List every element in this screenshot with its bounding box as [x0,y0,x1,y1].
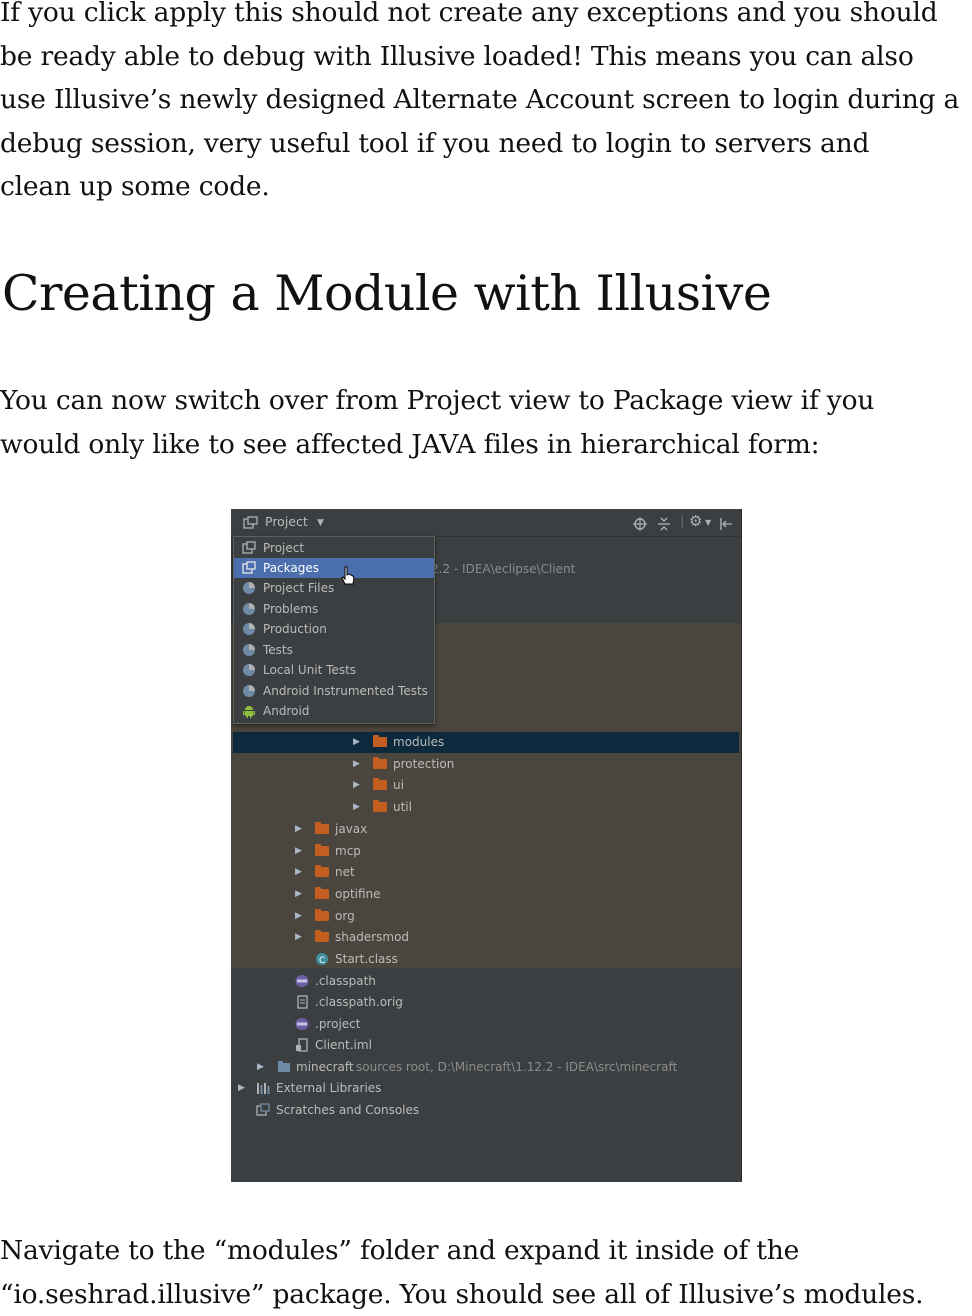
section-heading: Creating a Module with Illusive [2,262,771,326]
text-line: You can now switch over from Project vie… [0,379,972,423]
tree-item-external-libraries[interactable]: ▶ External Libraries [238,1078,538,1099]
tree-folder-modules[interactable]: ▶ modules [353,732,653,753]
tree-file-classpath-orig[interactable]: .classpath.orig [295,992,595,1013]
hide-icon[interactable] [719,515,733,533]
expand-arrow-icon[interactable]: ▶ [353,754,360,775]
text-line: If you click apply this should not creat… [0,0,972,35]
scope-icon [242,663,256,677]
scope-icon [242,602,256,616]
tree-folder-javax[interactable]: ▶ javax [295,819,595,840]
menu-item-android[interactable]: Android [234,701,434,721]
expand-arrow-icon[interactable]: ▶ [295,819,302,840]
menu-item-local-unit-tests[interactable]: Local Unit Tests [234,660,434,680]
folder-icon [315,911,329,921]
scope-icon [242,684,256,698]
scope-icon [242,643,256,657]
expand-arrow-icon[interactable]: ▶ [295,862,302,883]
library-icon [256,1081,270,1095]
tree-folder-org[interactable]: ▶ org [295,906,595,927]
expand-arrow-icon[interactable]: ▶ [257,1057,264,1078]
text-file-icon [295,995,309,1009]
menu-item-packages[interactable]: Packages [234,558,434,578]
menu-item-production[interactable]: Production [234,619,434,639]
packages-icon [242,561,256,575]
source-root-icon [277,1060,291,1074]
menu-item-tests[interactable]: Tests [234,640,434,660]
folder-icon [315,932,329,942]
text-line: be ready able to debug with Illusive loa… [0,35,972,79]
folder-icon [315,867,329,877]
text-line: Navigate to the “modules” folder and exp… [0,1229,972,1273]
menu-item-project[interactable]: Project [234,538,434,558]
tree-folder-util[interactable]: ▶ util [353,797,653,818]
gear-icon[interactable]: ⚙ [689,512,702,530]
text-line: use Illusive’s newly designed Alternate … [0,78,972,122]
tree-folder-protection[interactable]: ▶ protection [353,754,653,775]
collapse-icon[interactable] [657,515,671,533]
tree-folder-optifine[interactable]: ▶ optifine [295,884,595,905]
tree-file-client-iml[interactable]: Client.iml [295,1035,595,1056]
dropdown-arrow-icon[interactable]: ▼ [317,514,324,532]
view-dropdown-menu: Project Packages Project Files Pr [233,536,435,724]
project-view-icon [243,516,259,530]
tree-file-project[interactable]: .project [295,1014,595,1035]
scratches-icon [256,1103,270,1117]
class-file-icon: C [315,952,329,966]
scope-icon [242,581,256,595]
folder-icon [373,737,387,747]
text-line: would only like to see affected JAVA fil… [0,423,972,467]
tree-folder-net[interactable]: ▶ net [295,862,595,883]
expand-arrow-icon[interactable]: ▶ [295,906,302,927]
tree-file-classpath[interactable]: .classpath [295,971,595,992]
scope-icon [242,622,256,636]
gear-dropdown-icon[interactable]: ▼ [705,514,711,532]
text-line: “io.seshrad.illusive” package. You shoul… [0,1273,972,1316]
separator: | [680,513,684,531]
folder-icon [315,824,329,834]
ide-project-panel: Project ▼ | ⚙ ▼ 2.2 - IDEA\eclipse\Clien… [231,509,742,1182]
android-icon [242,704,256,718]
module-file-icon [295,1038,309,1052]
folder-icon [373,759,387,769]
tree-folder-mcp[interactable]: ▶ mcp [295,841,595,862]
expand-arrow-icon[interactable]: ▶ [295,884,302,905]
path-hint: 2.2 - IDEA\eclipse\Client [431,559,575,580]
folder-icon [373,780,387,790]
expand-arrow-icon[interactable]: ▶ [353,797,360,818]
tree-folder-ui[interactable]: ▶ ui [353,775,653,796]
folder-icon [315,889,329,899]
svg-text:C: C [319,956,325,966]
project-file-icon [295,1017,309,1031]
tree-item-minecraft[interactable]: ▶ minecraft sources root, D:\Minecraft\1… [257,1057,737,1078]
text-line: debug session, very useful tool if you n… [0,122,972,166]
target-icon[interactable] [633,515,647,533]
tree-item-scratches[interactable]: Scratches and Consoles [256,1100,556,1121]
folder-icon [373,802,387,812]
view-selector[interactable]: Project [265,514,308,529]
intro-paragraph: If you click apply this should not creat… [0,0,972,209]
menu-item-problems[interactable]: Problems [234,599,434,619]
tree-file-start-class[interactable]: C Start.class [315,949,615,970]
expand-arrow-icon[interactable]: ▶ [353,775,360,796]
project-icon [242,541,256,555]
instruction-paragraph: You can now switch over from Project vie… [0,379,972,466]
expand-arrow-icon[interactable]: ▶ [295,927,302,948]
tree-folder-shadersmod[interactable]: ▶ shadersmod [295,927,595,948]
closing-paragraph: Navigate to the “modules” folder and exp… [0,1229,972,1316]
classpath-file-icon [295,974,309,988]
expand-arrow-icon[interactable]: ▶ [295,841,302,862]
text-line: clean up some code. [0,165,972,209]
expand-arrow-icon[interactable]: ▶ [238,1078,245,1099]
expand-arrow-icon[interactable]: ▶ [353,732,360,753]
panel-header: Project ▼ | ⚙ ▼ [231,509,741,537]
folder-icon [315,846,329,856]
menu-item-project-files[interactable]: Project Files [234,578,434,598]
menu-item-android-instrumented-tests[interactable]: Android Instrumented Tests [234,681,434,701]
